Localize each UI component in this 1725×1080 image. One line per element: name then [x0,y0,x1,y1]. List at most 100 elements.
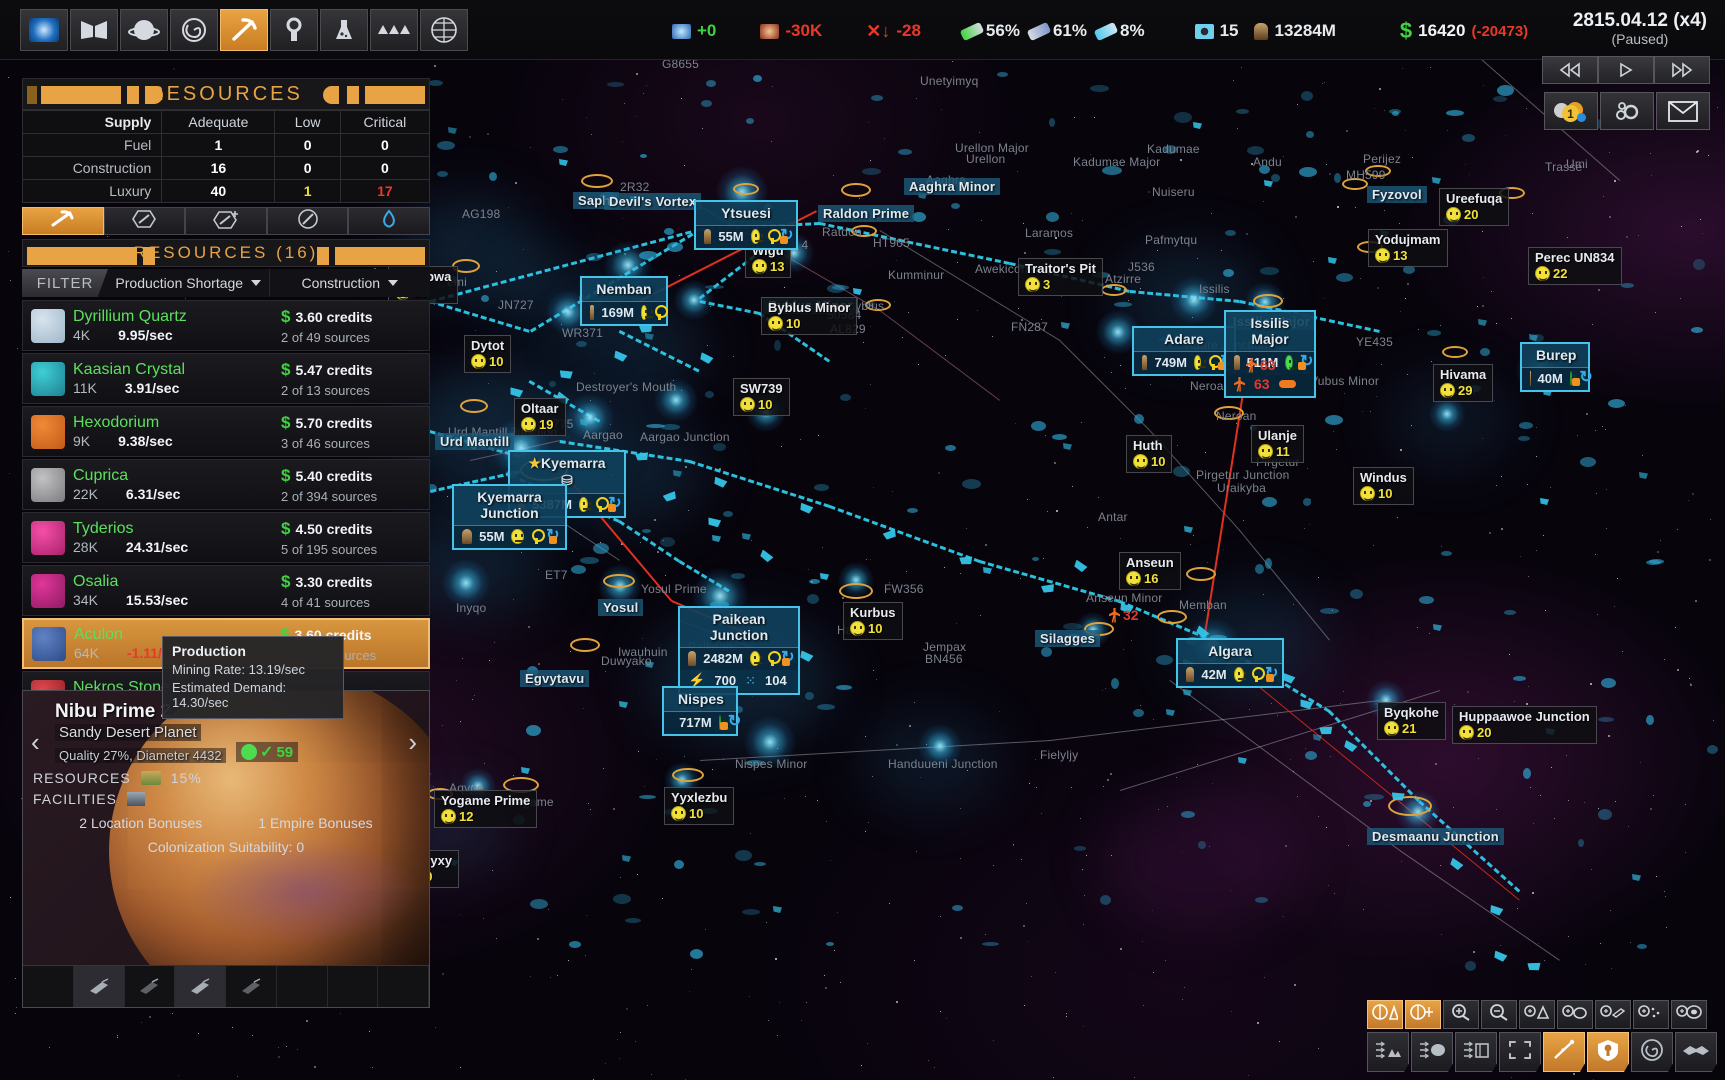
colony-label[interactable]: Hivama29 [1433,364,1493,402]
map-label-highlight[interactable]: Raldon Prime [818,205,914,222]
resource-subtab-circle-pick[interactable] [267,207,349,235]
speed-slower-button[interactable] [1542,56,1598,84]
ringed-planet[interactable] [839,583,873,599]
ringed-planet[interactable] [603,574,635,588]
colony-label[interactable]: Traitor's Pit3 [1018,258,1103,296]
ringed-planet[interactable] [672,768,704,782]
filter-bar[interactable]: FILTER Production Shortage Construction [22,269,430,297]
ringed-planet[interactable] [1157,610,1187,624]
map-label-highlight[interactable]: Devil's Vortex [604,193,701,210]
ringed-planet[interactable] [570,638,600,652]
map-label-highlight[interactable]: Silagges [1035,630,1100,647]
planet-action-buttons[interactable] [23,965,429,1007]
map-label-highlight[interactable]: Aaghra Minor [904,178,1000,195]
colony-label[interactable]: Yogame Prime12 [434,790,537,828]
resource-row[interactable]: Cuprica22K6.31/sec$5.40 credits2 of 394 … [22,459,430,510]
map-label-highlight[interactable]: Fyzovol [1367,186,1427,203]
colony-label[interactable]: Perec UN83422 [1528,247,1622,285]
play-pause-button[interactable] [1598,56,1654,84]
planet-action-ship-large[interactable] [74,966,125,1007]
empire-colony-panel[interactable]: Adare749M [1132,326,1236,376]
map-control-filter-planets[interactable] [1411,1032,1453,1072]
colony-label[interactable]: Kurbus10 [843,602,903,640]
map-control-show-routes[interactable] [1543,1032,1585,1072]
map-control-filter-cargo[interactable] [1455,1032,1497,1072]
toolbar-empire-overview[interactable] [20,9,68,51]
speed-controls[interactable] [1542,56,1710,84]
resource-row[interactable]: Hexodorium9K9.38/sec$5.70 credits3 of 46… [22,406,430,457]
planet-action-e2[interactable] [277,966,328,1007]
empire-colony-panel[interactable]: Issilis Major511M63 [1224,310,1316,398]
filter-dropdown-shortage[interactable]: Production Shortage [108,269,270,297]
colony-label[interactable]: Ulanje11 [1251,425,1304,463]
map-label-highlight[interactable]: Yosul [598,599,643,616]
colony-label[interactable]: Byqkohe21 [1377,702,1446,740]
ringed-planet[interactable] [1186,567,1216,581]
ringed-planet[interactable] [841,183,871,197]
ringed-planet[interactable] [1253,294,1283,308]
toolbar-colonies[interactable] [120,9,168,51]
map-control-show-territory[interactable] [1587,1032,1629,1072]
map-control-zoom-out[interactable] [1481,1000,1517,1029]
ringed-planet[interactable] [460,399,488,413]
toolbar-research[interactable] [320,9,368,51]
map-control-show-ranges[interactable] [1367,1000,1403,1029]
resource-subtab-mining[interactable] [22,207,104,235]
main-toolbar[interactable] [20,9,468,51]
toolbar-grid[interactable] [420,9,468,51]
colony-label[interactable]: Dytot10 [464,335,511,373]
colony-label[interactable]: SW73910 [733,378,790,416]
prev-planet-button[interactable]: ‹ [31,727,40,758]
colony-label[interactable]: Huth10 [1126,435,1172,473]
ringed-planet[interactable] [581,174,613,188]
map-control-zoom-galaxy[interactable] [1671,1000,1707,1029]
colony-label[interactable]: Ureefuqa20 [1439,188,1509,226]
planet-action-ship-small[interactable] [125,966,176,1007]
toolbar-diplomacy[interactable] [70,9,118,51]
map-label-highlight[interactable]: Urd Mantill [435,433,514,450]
empire-colony-panel[interactable]: Ytsuesi55M [694,200,798,250]
empire-colony-panel[interactable]: Nispes717M [662,686,738,736]
map-control-zoom-planet[interactable] [1557,1000,1593,1029]
colony-label[interactable]: Yyxlezbu10 [664,787,734,825]
toolbar-resources[interactable] [220,9,268,51]
toolbar-construction[interactable] [270,9,318,51]
empire-colony-panel[interactable]: Algara42M [1176,638,1284,688]
map-control-zoom-ship-plus[interactable] [1595,1000,1631,1029]
map-control-select-frame[interactable] [1499,1032,1541,1072]
map-label-highlight[interactable]: Egvytavu [520,670,589,687]
planet-info-panel[interactable]: ‹ › Nibu Prime 2 Sandy Desert Planet Qua… [22,690,430,1008]
star-system[interactable] [442,559,490,607]
empire-colony-panel[interactable]: Paikean Junction2482M⚡700⁙104 [678,606,800,695]
colony-label[interactable]: Windus10 [1353,467,1414,505]
map-filter-controls[interactable] [1367,1032,1717,1072]
toolbar-fleets[interactable] [370,9,418,51]
settings-button[interactable] [1600,92,1654,130]
filter-dropdown-construction[interactable]: Construction [270,269,431,297]
map-control-galaxy-view[interactable] [1631,1032,1673,1072]
map-zoom-controls[interactable] [1367,1000,1717,1029]
messages-button[interactable] [1656,92,1710,130]
planet-action-e3[interactable] [328,966,379,1007]
resource-row[interactable]: Kaasian Crystal11K3.91/sec$5.47 credits2… [22,353,430,404]
resource-row[interactable]: Dyrillium Quartz4K9.95/sec$3.60 credits2… [22,300,430,351]
planet-action-ship-mine[interactable] [175,966,226,1007]
empire-colony-panel[interactable]: Burep40M [1520,342,1590,392]
notifications-button[interactable]: 1 [1544,92,1598,130]
map-control-filter-bases[interactable] [1367,1032,1409,1072]
resource-subtabs[interactable] [22,207,430,235]
map-control-zoom-territory[interactable] [1519,1000,1555,1029]
colony-label[interactable]: Byblus Minor10 [761,297,857,335]
toolbar-galaxy-map[interactable] [170,9,218,51]
empire-colony-panel[interactable]: Nemban169M [580,276,668,326]
map-label-highlight[interactable]: Desmaanu Junction [1367,828,1504,845]
map-control-diplomacy-view[interactable] [1675,1032,1717,1072]
map-control-zoom-in[interactable] [1443,1000,1479,1029]
map-control-show-sparkle[interactable] [1405,1000,1441,1029]
colony-label[interactable]: Huppaawoe Junction20 [1452,706,1597,744]
colony-label[interactable]: Yodujmam13 [1368,229,1448,267]
planet-action-e4[interactable] [378,966,429,1007]
ringed-planet[interactable] [733,183,759,195]
map-control-zoom-stars[interactable] [1633,1000,1669,1029]
planet-action-empty[interactable] [23,966,74,1007]
